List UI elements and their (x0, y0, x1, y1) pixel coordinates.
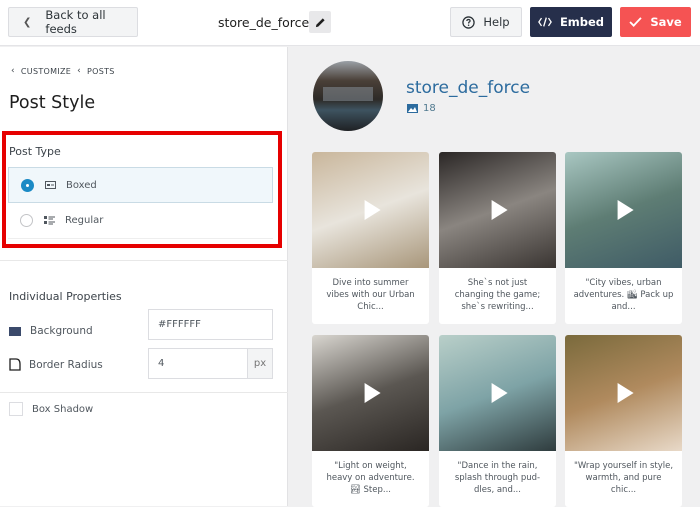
radio-regular[interactable] (20, 214, 33, 227)
background-color-input[interactable]: #FFFFFF (148, 309, 273, 340)
play-icon[interactable] (617, 200, 634, 220)
question-circle-icon (462, 15, 476, 29)
post-count: 18 (407, 103, 436, 114)
post-count-value: 18 (423, 103, 436, 114)
save-button[interactable]: Save (620, 7, 691, 37)
play-icon[interactable] (364, 383, 381, 403)
post-type-option-boxed[interactable]: Boxed (8, 167, 273, 203)
post-thumbnail[interactable] (312, 152, 429, 268)
chevron-left-icon: ❮ (23, 16, 32, 28)
background-label: Background (30, 325, 93, 337)
feed-preview: store_de_force 18 Dive into summer vibes… (289, 47, 700, 507)
top-bar: ❮ Back to all feeds store_de_force Help … (0, 0, 700, 46)
boxed-layout-icon (45, 181, 56, 190)
box-shadow-checkbox[interactable] (9, 402, 23, 416)
embed-label: Embed (559, 15, 605, 29)
chevron-left-icon: ‹ (11, 66, 15, 76)
customizer-sidebar: ‹ CUSTOMIZE ‹ POSTS Post Style Post Type… (0, 47, 288, 506)
post-thumbnail[interactable] (312, 335, 429, 451)
background-property: Background (9, 325, 93, 337)
help-button[interactable]: Help (450, 7, 522, 37)
post-card[interactable]: "Dance in the rain, splash through pud-d… (439, 335, 556, 507)
breadcrumb: ‹ CUSTOMIZE ‹ POSTS (11, 66, 115, 76)
back-label: Back to all feeds (45, 8, 106, 36)
post-card[interactable]: "City vibes, urban adventures. 🏙 Pack up… (565, 152, 682, 324)
edit-feed-name-button[interactable] (309, 11, 331, 33)
play-icon[interactable] (364, 200, 381, 220)
post-card[interactable]: "Light on weight, heavy on adventure. 🏞 … (312, 335, 429, 507)
post-thumbnail[interactable] (439, 152, 556, 268)
option-label: Regular (65, 215, 104, 226)
border-radius-icon (9, 358, 21, 371)
radio-boxed[interactable] (21, 178, 34, 192)
post-card[interactable]: Dive into summer vibes with our Urban Ch… (312, 152, 429, 324)
breadcrumb-customize[interactable]: CUSTOMIZE (21, 67, 71, 76)
post-caption: "City vibes, urban adventures. 🏙 Pack up… (573, 278, 674, 312)
breadcrumb-posts[interactable]: POSTS (87, 67, 115, 76)
save-label: Save (650, 15, 682, 29)
post-type-section: Post Type Boxed Regular (0, 133, 288, 261)
box-shadow-label: Box Shadow (32, 403, 94, 415)
list-layout-icon (44, 216, 55, 225)
pencil-icon (315, 17, 325, 27)
option-label: Boxed (66, 179, 97, 191)
post-thumbnail[interactable] (439, 335, 556, 451)
post-card[interactable]: "Wrap yourself in style, warmth, and pur… (565, 335, 682, 507)
image-icon (407, 104, 418, 113)
border-radius-property: Border Radius (9, 358, 103, 371)
border-radius-input[interactable]: 4 (148, 348, 248, 379)
post-card[interactable]: She`s not just changing the game; she`s … (439, 152, 556, 324)
post-caption: She`s not just changing the game; she`s … (454, 278, 541, 312)
profile-avatar[interactable] (313, 61, 383, 131)
post-thumbnail[interactable] (565, 152, 682, 268)
post-thumbnail[interactable] (565, 335, 682, 451)
divider (0, 392, 288, 393)
chevron-left-icon: ‹ (77, 66, 82, 76)
border-radius-label: Border Radius (29, 358, 103, 371)
post-type-option-regular[interactable]: Regular (8, 203, 273, 239)
color-swatch-icon (9, 326, 21, 336)
unit-label: px (247, 348, 273, 379)
post-type-label: Post Type (9, 145, 61, 158)
post-caption: "Wrap yourself in style, warmth, and pur… (573, 461, 674, 495)
play-icon[interactable] (491, 200, 508, 220)
play-icon[interactable] (491, 383, 508, 403)
box-shadow-option[interactable]: Box Shadow (9, 402, 93, 416)
profile-name[interactable]: store_de_force (406, 78, 530, 98)
page-title: Post Style (9, 93, 96, 113)
individual-properties-label: Individual Properties (9, 290, 122, 303)
help-label: Help (483, 15, 510, 29)
code-icon (538, 17, 552, 27)
checkmark-icon (629, 17, 642, 27)
post-caption: "Dance in the rain, splash through pud-d… (454, 461, 541, 495)
post-caption: "Light on weight, heavy on adventure. 🏞 … (326, 461, 415, 495)
feed-name: store_de_force (218, 15, 310, 30)
post-caption: Dive into summer vibes with our Urban Ch… (326, 278, 415, 312)
back-to-feeds-button[interactable]: ❮ Back to all feeds (8, 7, 138, 37)
play-icon[interactable] (617, 383, 634, 403)
embed-button[interactable]: Embed (530, 7, 612, 37)
